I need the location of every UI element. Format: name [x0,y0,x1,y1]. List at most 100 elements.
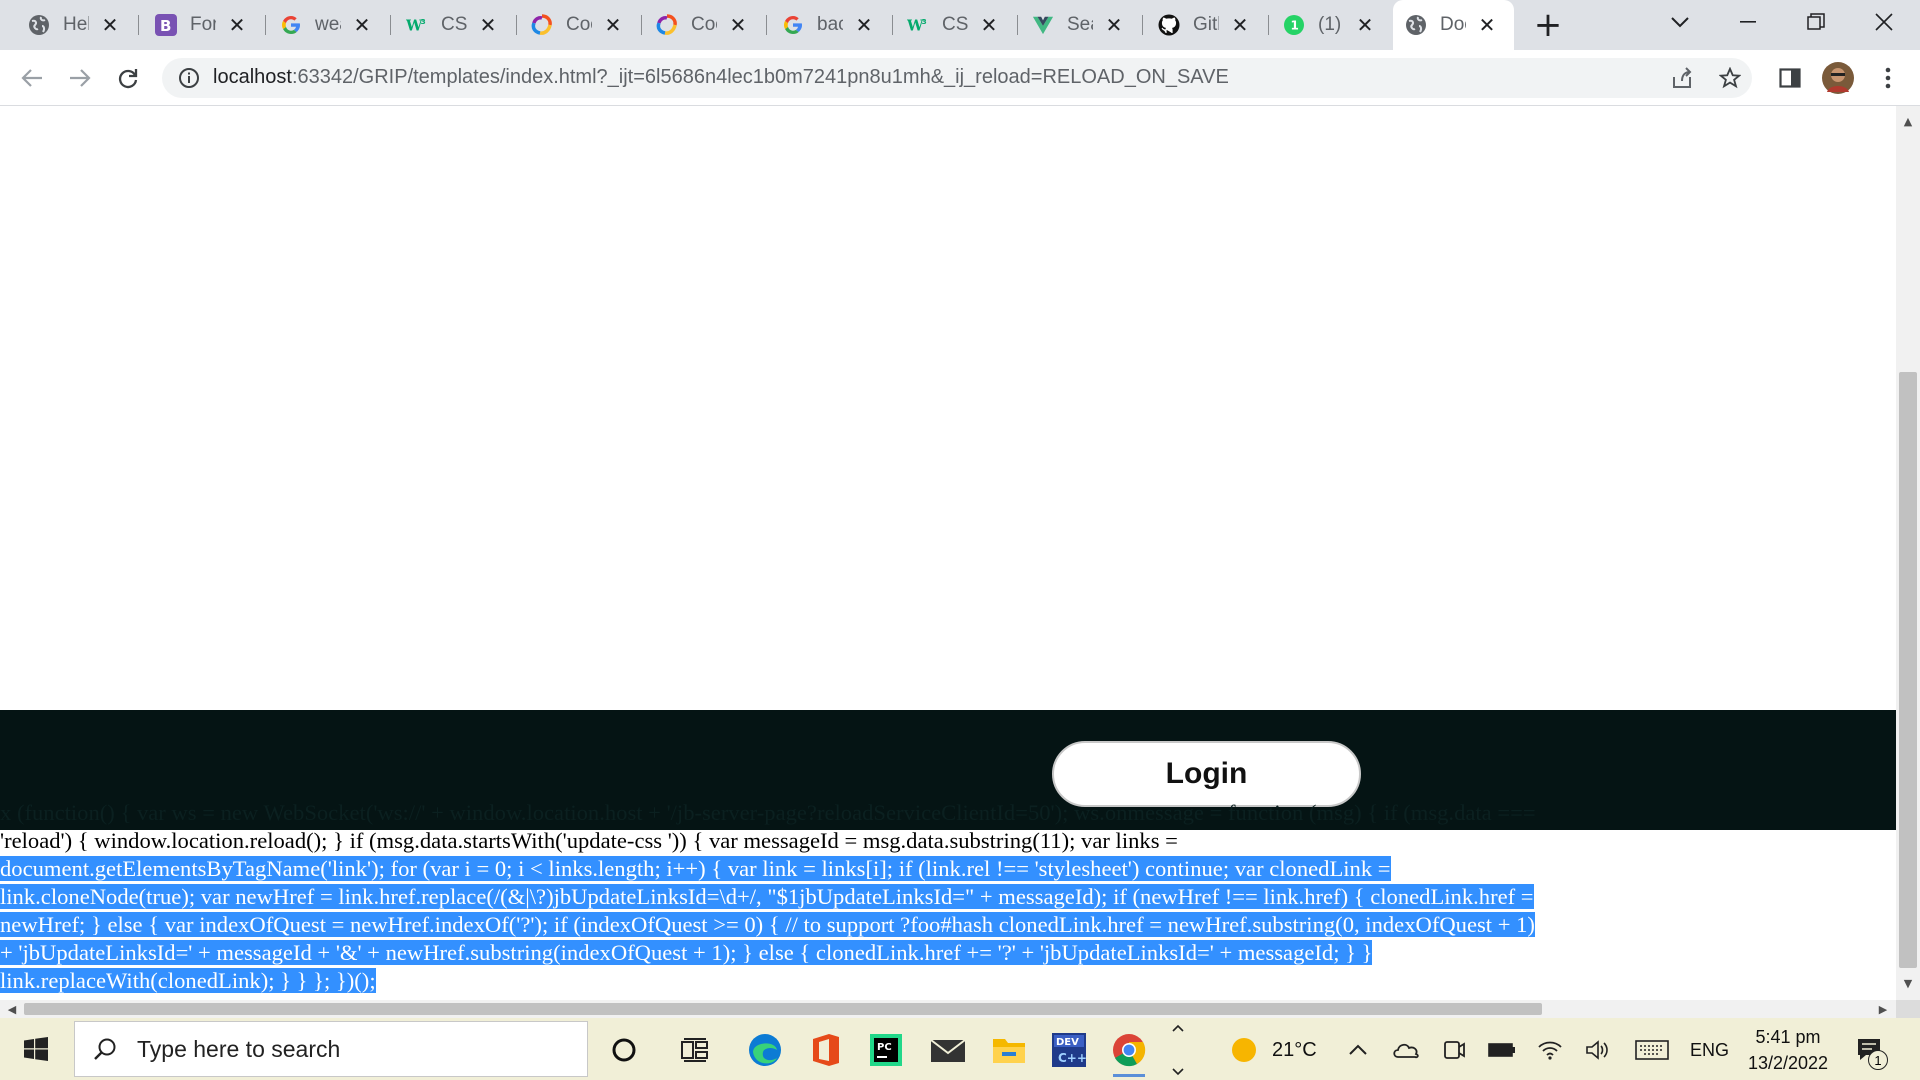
close-tab-icon[interactable]: ✕ [727,13,749,37]
svg-text:1: 1 [1291,19,1299,33]
browser-tab[interactable]: Gith ✕ [1146,7,1264,43]
close-tab-icon[interactable]: ✕ [351,13,373,37]
browser-tab[interactable]: Coo ✕ [644,7,762,43]
new-tab-button[interactable]: + [1528,5,1568,45]
tab-title: Hell [63,14,89,35]
browser-tab[interactable]: Doc ✕ [1393,0,1514,50]
onedrive-cloud-icon[interactable] [1388,1032,1424,1068]
share-icon [1673,67,1692,88]
script-text-line: x (function() { var ws = new WebSocket('… [0,799,1896,827]
taskbar-search-input[interactable]: Type here to search [74,1021,588,1077]
dev-cpp-icon[interactable]: DEV C++ [1051,1032,1087,1068]
pycharm-icon[interactable]: PC [868,1032,904,1068]
browser-tab[interactable]: Sea ✕ [1020,7,1138,43]
start-button[interactable] [0,1018,72,1080]
svg-text:B: B [160,17,171,35]
tab-title: Coo [566,14,592,35]
touch-keyboard-icon[interactable] [1632,1032,1672,1068]
tab-separator [138,15,139,35]
horizontal-scrollbar-thumb[interactable] [24,1003,1542,1015]
side-panel-button[interactable] [1770,58,1810,98]
script-text-line: + 'jbUpdateLinksId=' + messageId + '&' +… [0,939,1896,967]
close-tab-icon[interactable]: ✕ [602,13,624,37]
weather-sun-icon[interactable] [1226,1032,1262,1068]
script-text-line: document.getElementsByTagName('link'); f… [0,855,1896,883]
task-view-icon[interactable] [677,1032,713,1068]
weather-temperature[interactable]: 21°C [1272,1039,1317,1062]
search-placeholder: Type here to search [137,1035,341,1062]
battery-icon[interactable] [1484,1032,1520,1068]
file-explorer-icon[interactable] [991,1032,1027,1068]
tab-separator [766,15,767,35]
script-text-line: link.replaceWith(clonedLink); } } }; })(… [0,967,1896,995]
scroll-right-arrow-icon[interactable]: ▶ [1874,1000,1892,1018]
forward-button[interactable] [60,58,100,98]
restore-button[interactable] [1796,2,1836,42]
menu-button[interactable] [1868,58,1908,98]
clock-time: 5:41 pm [1755,1027,1821,1047]
close-window-button[interactable] [1864,2,1904,42]
svg-text:C++: C++ [1058,1051,1086,1065]
login-button[interactable]: Login [1052,741,1361,807]
mail-icon[interactable] [930,1032,966,1068]
edge-icon[interactable] [747,1032,783,1068]
scroll-up-arrow-icon[interactable]: ▲ [1899,112,1917,130]
close-tab-icon[interactable]: ✕ [226,13,248,37]
share-button[interactable] [1662,58,1702,98]
close-tab-icon[interactable]: ✕ [1354,13,1376,37]
tab-title: (1) \ [1318,14,1344,35]
tab-title: Doc [1440,14,1466,35]
taskbar-overflow-scroller[interactable] [1168,1024,1188,1076]
scroll-left-arrow-icon[interactable]: ◀ [3,1000,21,1018]
close-tab-icon[interactable]: ✕ [1103,13,1125,37]
script-text-line: 'reload') { window.location.reload(); } … [0,827,1896,855]
browser-tab[interactable]: bac ✕ [770,7,888,43]
reload-button[interactable] [108,58,148,98]
tab-search-button[interactable] [1660,2,1700,42]
browser-tab[interactable]: Coo ✕ [519,7,637,43]
browser-tab[interactable]: B For ✕ [143,7,261,43]
close-tab-icon[interactable]: ✕ [99,13,121,37]
url-text[interactable]: localhost:63342/GRIP/templates/index.htm… [213,66,1229,89]
wifi-icon[interactable] [1532,1032,1568,1068]
show-hidden-icons-chevron-icon[interactable] [1340,1032,1376,1068]
reload-icon [118,69,138,89]
site-info-icon[interactable] [178,67,200,94]
github-icon [1158,14,1180,36]
tab-title: Coo [691,14,717,35]
vertical-scrollbar-thumb[interactable] [1899,372,1917,968]
script-text: x (function() { var ws = new WebSocket('… [0,800,1536,825]
close-tab-icon[interactable]: ✕ [1476,13,1498,37]
profile-button[interactable] [1818,58,1858,98]
close-tab-icon[interactable]: ✕ [853,13,875,37]
input-language[interactable]: ENG [1690,1040,1729,1061]
restore-icon [1807,13,1825,30]
office-icon[interactable] [808,1032,844,1068]
bookmark-button[interactable] [1710,58,1750,98]
minimize-button[interactable] [1728,2,1768,42]
browser-tab[interactable]: Hell ✕ [16,7,134,43]
browser-tab[interactable]: W3 CSS ✕ [394,7,512,43]
tab-title: bac [817,14,843,35]
clock[interactable]: 5:41 pm 13/2/2022 [1744,1024,1832,1076]
selected-text: link.replaceWith(clonedLink); } } }; })(… [0,968,376,993]
back-button[interactable] [12,58,52,98]
volume-icon[interactable] [1580,1032,1616,1068]
close-tab-icon[interactable]: ✕ [477,13,499,37]
browser-tab[interactable]: 1 (1) \ ✕ [1271,7,1389,43]
notification-count-badge: 1 [1868,1050,1888,1070]
url-path: :63342/GRIP/templates/index.html?_ijt=6l… [291,66,1229,88]
browser-tab[interactable]: W3 CSS ✕ [895,7,1013,43]
close-tab-icon[interactable]: ✕ [1229,13,1251,37]
scroll-down-arrow-icon[interactable]: ▼ [1899,974,1917,992]
browser-tab[interactable]: wea ✕ [268,7,386,43]
chrome-icon[interactable] [1111,1032,1147,1068]
avatar [1822,62,1854,94]
cortana-icon[interactable] [606,1032,642,1068]
svg-text:PC: PC [877,1042,892,1053]
close-tab-icon[interactable]: ✕ [978,13,1000,37]
tab-separator [892,15,893,35]
meet-now-icon[interactable] [1436,1032,1472,1068]
google-icon [280,14,302,36]
codepen-swirl-icon [656,14,678,36]
